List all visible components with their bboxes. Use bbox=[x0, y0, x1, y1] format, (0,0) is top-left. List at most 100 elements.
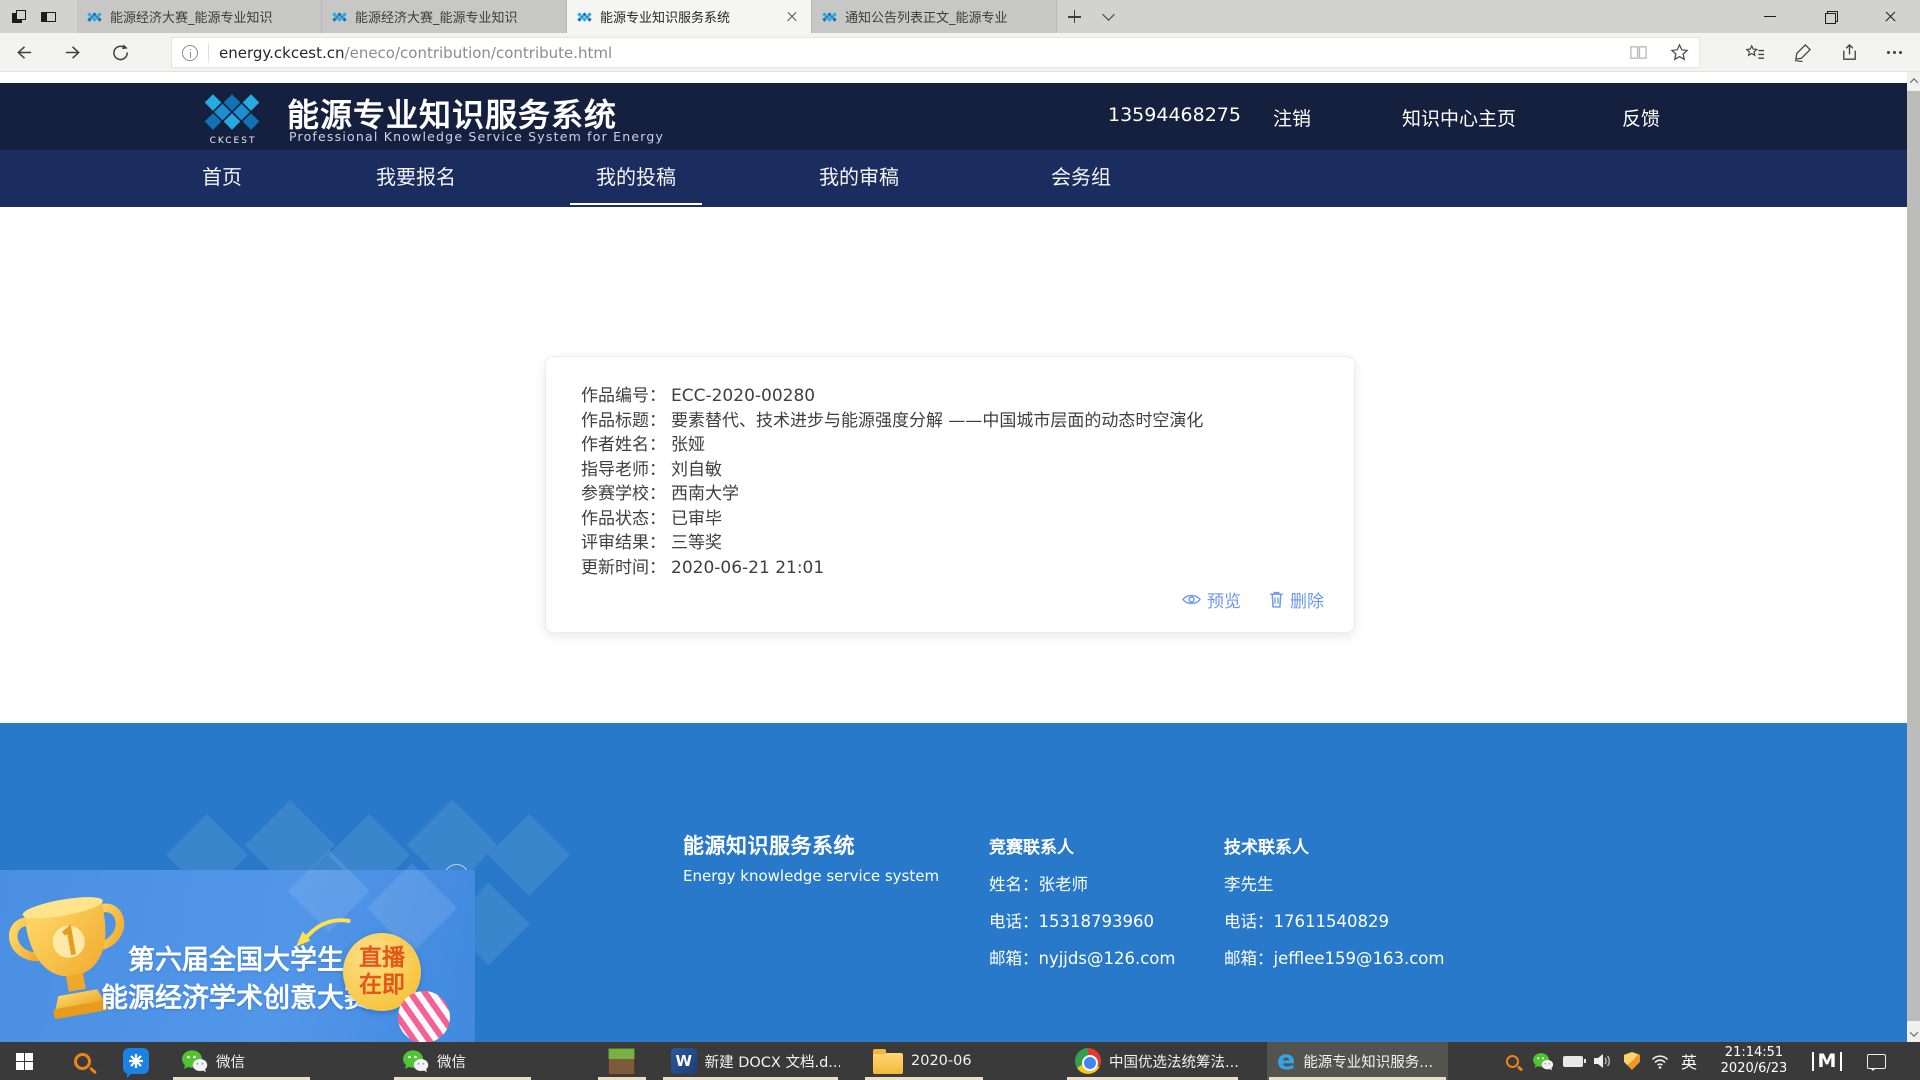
taskbar-edge-active[interactable]: e 能源专业知识服务... bbox=[1267, 1042, 1448, 1080]
search-icon bbox=[74, 1053, 91, 1070]
taskbar-wechat-1[interactable]: 微信 bbox=[171, 1042, 312, 1080]
favorite-star-icon[interactable] bbox=[1670, 43, 1689, 62]
refresh-button[interactable] bbox=[96, 33, 144, 71]
browser-tab-4[interactable]: 通知公告列表正文_能源专业 bbox=[812, 0, 1057, 33]
annotate-pen-icon[interactable] bbox=[1793, 43, 1812, 62]
chevron-up-icon bbox=[1909, 78, 1917, 86]
contact-email: 邮箱：nyjjds@126.com bbox=[989, 945, 1175, 969]
tray-m-logo-icon[interactable]: M bbox=[1806, 1042, 1848, 1080]
ckcest-favicon-icon bbox=[822, 11, 837, 23]
site-logo[interactable]: CKCEST bbox=[200, 93, 266, 146]
new-tab-button[interactable] bbox=[1057, 0, 1091, 33]
field-value: 2020-06-21 21:01 bbox=[671, 558, 824, 578]
nav-item-register[interactable]: 我要报名 bbox=[350, 150, 482, 205]
page-scrollbar[interactable] bbox=[1907, 72, 1920, 1042]
footer-brand-title: 能源知识服务系统 bbox=[683, 830, 939, 860]
tray-wechat-icon[interactable] bbox=[1528, 1042, 1558, 1080]
tab-preview-button[interactable] bbox=[1091, 0, 1125, 33]
taskbar-wechat-2[interactable]: 微信 bbox=[392, 1042, 533, 1080]
m-logo: M bbox=[1812, 1052, 1843, 1071]
tray-battery-icon[interactable] bbox=[1558, 1042, 1588, 1080]
field-label: 作者姓名： bbox=[581, 435, 666, 455]
ckcest-favicon-icon bbox=[332, 11, 347, 23]
contact-phone: 电话：17611540829 bbox=[1224, 908, 1444, 932]
wechat-icon bbox=[402, 1049, 429, 1073]
field-value: ECC-2020-00280 bbox=[671, 386, 815, 406]
window-restore-button[interactable] bbox=[1800, 0, 1860, 33]
scrollbar-thumb[interactable] bbox=[1907, 91, 1920, 1021]
field-status: 作品状态：已审毕 bbox=[581, 507, 1324, 532]
tab-title: 能源经济大赛_能源专业知识 bbox=[110, 7, 311, 26]
tray-search-icon[interactable] bbox=[1497, 1042, 1527, 1080]
nav-item-my-reviews[interactable]: 我的审稿 bbox=[793, 150, 925, 205]
chevron-down-icon bbox=[1909, 1028, 1917, 1036]
preview-button[interactable]: 预览 bbox=[1182, 587, 1241, 612]
contact-name: 李先生 bbox=[1224, 871, 1444, 895]
ime-indicator[interactable]: 英 bbox=[1674, 1042, 1704, 1080]
site-footer: 能源知识服务系统 Energy knowledge service system… bbox=[0, 723, 1907, 1042]
tab-title: 通知公告列表正文_能源专业 bbox=[845, 7, 1046, 26]
scroll-down-button[interactable] bbox=[1907, 1025, 1920, 1042]
field-advisor: 指导老师：刘自敏 bbox=[581, 458, 1324, 483]
window-minimize-button[interactable] bbox=[1740, 0, 1800, 33]
field-work-title: 作品标题：要素替代、技术进步与能源强度分解 ——中国城市层面的动态时空演化 bbox=[581, 409, 1324, 434]
tray-wifi-icon[interactable] bbox=[1646, 1042, 1674, 1080]
tray-clock[interactable]: 21:14:51 2020/6/23 bbox=[1706, 1042, 1802, 1080]
tab-title: 能源经济大赛_能源专业知识 bbox=[355, 7, 556, 26]
star-app-button[interactable] bbox=[114, 1042, 158, 1080]
forward-button[interactable] bbox=[48, 33, 96, 71]
taskbar-label: 2020-06 bbox=[911, 1053, 972, 1069]
field-value: 张娅 bbox=[671, 435, 705, 455]
tabs-set-aside-icon[interactable] bbox=[41, 10, 56, 23]
eye-icon bbox=[1182, 592, 1201, 607]
logout-link[interactable]: 注销 bbox=[1273, 104, 1311, 131]
field-review-result: 评审结果：三等奖 bbox=[581, 531, 1324, 556]
taskbar-label: 新建 DOCX 文档.d... bbox=[705, 1051, 840, 1072]
taskbar-minecraft[interactable] bbox=[596, 1042, 648, 1080]
browser-tab-bar: 能源经济大赛_能源专业知识 能源经济大赛_能源专业知识 能源专业知识服务系统 通… bbox=[0, 0, 1920, 33]
window-close-button[interactable] bbox=[1860, 0, 1920, 33]
header-phone: 13594468275 bbox=[1108, 104, 1241, 126]
set-tabs-aside-icon[interactable] bbox=[12, 10, 27, 23]
reading-view-icon[interactable] bbox=[1629, 43, 1648, 62]
field-school: 参赛学校：西南大学 bbox=[581, 482, 1324, 507]
tray-volume-icon[interactable] bbox=[1588, 1042, 1618, 1080]
nav-item-home[interactable]: 首页 bbox=[176, 150, 268, 205]
windows-taskbar: 微信 微信 W 新建 DOCX 文档.d... 2020-06 中国优选法统筹法… bbox=[0, 1042, 1920, 1080]
window-controls bbox=[1740, 0, 1920, 33]
url-field[interactable]: energy.ckcest.cn/eneco/contribution/cont… bbox=[171, 37, 1700, 68]
field-author: 作者姓名：张娅 bbox=[581, 433, 1324, 458]
nav-item-my-submissions[interactable]: 我的投稿 bbox=[570, 150, 702, 205]
striped-ball-decoration bbox=[398, 991, 450, 1042]
delete-button[interactable]: 删除 bbox=[1269, 587, 1324, 612]
contest-promo-banner[interactable]: 第六届全国大学生 能源经济学术创意大赛 直播 在即 bbox=[0, 870, 475, 1042]
taskbar-folder-2020-06[interactable]: 2020-06 bbox=[863, 1042, 985, 1080]
browser-tab-1[interactable]: 能源经济大赛_能源专业知识 bbox=[77, 0, 322, 33]
nav-item-committee[interactable]: 会务组 bbox=[1025, 150, 1137, 205]
edge-icon: e bbox=[1277, 1048, 1295, 1074]
more-options-icon[interactable] bbox=[1887, 51, 1902, 54]
refresh-icon bbox=[111, 43, 130, 62]
delete-label: 删除 bbox=[1290, 587, 1324, 612]
footer-brand: 能源知识服务系统 Energy knowledge service system bbox=[683, 830, 939, 885]
tray-shield-icon[interactable] bbox=[1618, 1042, 1646, 1080]
knowledge-center-home-link[interactable]: 知识中心主页 bbox=[1402, 104, 1516, 131]
back-button[interactable] bbox=[0, 33, 48, 71]
tray-time: 21:14:51 bbox=[1725, 1045, 1783, 1061]
site-info-icon[interactable] bbox=[182, 45, 198, 61]
hub-favorites-icon[interactable] bbox=[1746, 43, 1765, 62]
minimize-icon bbox=[1764, 16, 1776, 18]
browser-tab-3-active[interactable]: 能源专业知识服务系统 bbox=[567, 0, 812, 33]
search-app-button[interactable] bbox=[60, 1042, 104, 1080]
field-label: 更新时间： bbox=[581, 558, 666, 578]
scroll-up-button[interactable] bbox=[1907, 72, 1920, 89]
taskbar-word-document[interactable]: W 新建 DOCX 文档.d... bbox=[661, 1042, 840, 1080]
share-icon[interactable] bbox=[1840, 43, 1859, 62]
start-button[interactable] bbox=[0, 1042, 48, 1080]
tab-close-icon[interactable] bbox=[783, 8, 801, 26]
feedback-link[interactable]: 反馈 bbox=[1622, 104, 1660, 131]
taskbar-chrome[interactable]: 中国优选法统筹法... bbox=[1065, 1042, 1240, 1080]
notification-center-icon[interactable] bbox=[1856, 1042, 1896, 1080]
tab-title: 能源专业知识服务系统 bbox=[600, 7, 775, 26]
browser-tab-2[interactable]: 能源经济大赛_能源专业知识 bbox=[322, 0, 567, 33]
